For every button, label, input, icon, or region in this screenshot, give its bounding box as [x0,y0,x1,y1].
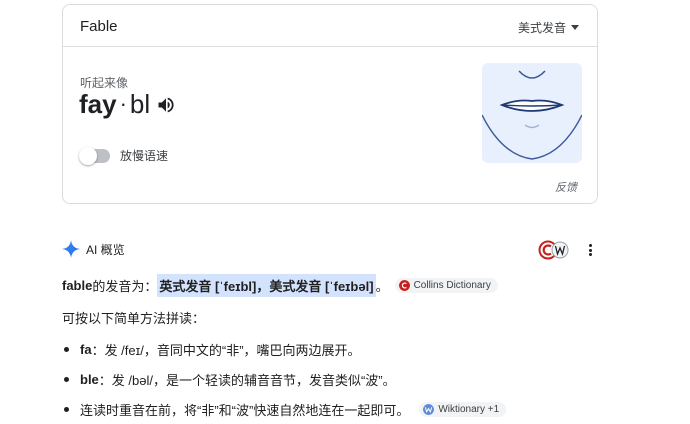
list-item: ble ：发 /bəl/，是一个轻读的辅音音节，发音类似“波”。 [64,370,396,389]
unstressed-syllable: bl [129,89,151,119]
slow-speed-label: 放慢语速 [120,149,169,163]
pronunciation-summary: fable 的发音为： 英式发音 [ˈfeɪbl]，美式发音 [ˈfeɪbəl]… [62,274,498,297]
list-item-term: fa [80,342,92,357]
gemini-sparkle-icon [62,240,80,258]
ai-overview-header: AI 概览 [62,240,125,258]
bullet-dot [64,407,69,412]
citation-label: Wiktionary +1 [438,404,500,415]
accent-dropdown-label: 美式发音 [517,21,566,35]
phonetic-spelling: fay · bl [79,89,176,120]
instruction-intro: 可按以下简单方法拼读： [62,311,206,326]
collins-logo-icon [398,280,410,291]
ai-overview-label: AI 概览 [86,242,125,257]
mouth-animation [482,63,582,163]
slow-speed-toggle[interactable] [79,146,110,165]
list-item-text: ：发 /feɪ/，音同中文的“非”，嘴巴向两边展开。 [91,343,361,358]
list-item-text: ：发 /bəl/，是一个轻读的辅音音节，发音类似“波”。 [98,373,396,388]
summary-text: 的发音为： [92,279,158,294]
citation-chip-collins[interactable]: Collins Dictionary [394,278,498,293]
stressed-syllable: fay [79,89,117,119]
list-item-term: ble [80,372,99,387]
list-item: fa ：发 /feɪ/，音同中文的“非”，嘴巴向两边展开。 [64,340,361,359]
word-title: Fable [80,18,118,35]
toggle-knob [79,146,97,165]
pronunciation-card: Fable 美式发音 听起来像 fay · bl 放慢语速 反馈 [62,4,598,204]
bullet-dot [64,347,69,352]
summary-end: 。 [375,279,389,294]
syllable-separator: · [119,90,127,116]
card-header: Fable 美式发音 [63,5,597,47]
bullet-dot [64,377,69,382]
summary-word: fable [62,278,93,293]
accent-dropdown[interactable]: 美式发音 [518,19,579,36]
feedback-link[interactable]: 反馈 [555,179,577,195]
caret-down-icon [571,25,579,30]
citation-chip-wiktionary[interactable]: Wiktionary +1 [419,402,507,417]
list-item-text: 连读时重音在前，将“非”和“波”快速自然地连在一起即可。 [80,403,410,418]
more-options-icon[interactable] [584,242,596,258]
citation-label: Collins Dictionary [413,280,491,291]
list-item: 连读时重音在前，将“非”和“波”快速自然地连在一起即可。 Wiktionary … [64,400,507,419]
summary-highlight: 英式发音 [ˈfeɪbl]，美式发音 [ˈfeɪbəl] [157,274,376,297]
source-logos[interactable] [538,240,570,260]
slow-speed-row: 放慢语速 [79,146,169,165]
face-illustration [482,70,582,160]
speaker-icon[interactable] [156,95,176,115]
wiktionary-logo-icon [423,404,435,415]
